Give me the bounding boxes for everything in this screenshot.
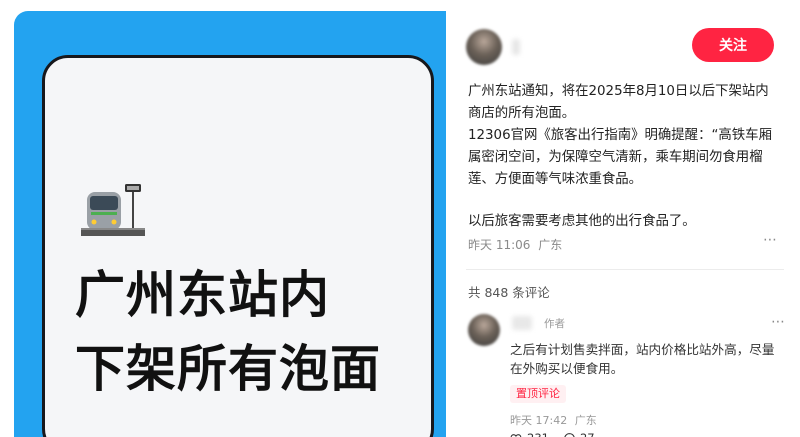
comment-time: 昨天 17:42	[510, 414, 568, 427]
comment-location: 广东	[574, 414, 597, 427]
comment-actions: 231 27	[510, 431, 595, 437]
headline-line-2: 下架所有泡面	[75, 340, 381, 398]
post-image[interactable]: 广州东站内 下架所有泡面	[14, 11, 446, 437]
post-content: 广州东站通知，将在2025年8月10日以后下架站内商店的所有泡面。 12306官…	[468, 81, 780, 233]
reply-button[interactable]: 27	[563, 431, 595, 437]
like-count: 231	[527, 431, 549, 437]
author-name-blurred[interactable]: ​​​​​​​​​​​​​​​​​​​​​​​​​​​​​​​​​​​​​​​​…	[512, 39, 520, 55]
comment-meta: 昨天 17:42 广东	[510, 412, 597, 428]
divider	[466, 269, 784, 270]
comment-icon	[564, 432, 575, 437]
comment-more-icon[interactable]: ⋯	[771, 314, 786, 330]
post-detail-panel: ​​​​​​​​​​​​​​​​​​​​​​​​​​​​​​​​​​​​​​​​…	[446, 11, 800, 437]
commenter-avatar[interactable]	[468, 314, 500, 346]
like-button[interactable]: 231	[510, 431, 549, 437]
post-paragraph-2: 12306官网《旅客出行指南》明确提醒：“高铁车厢属密闭空间，为保障空气清新，乘…	[468, 128, 772, 187]
image-card: 广州东站内 下架所有泡面	[42, 55, 434, 437]
commenter-name-blurred[interactable]: ​	[512, 316, 532, 330]
headline-line-1: 广州东站内	[75, 266, 330, 324]
post-time: 昨天 11:06	[468, 238, 531, 252]
more-options-icon[interactable]: ⋯	[763, 232, 778, 248]
post-meta: 昨天 11:06 广东 ⋯	[468, 232, 780, 253]
post-paragraph-3: 以后旅客需要考虑其他的出行食品了。	[468, 214, 696, 229]
comment-count: 共 848 条评论	[468, 285, 550, 300]
train-station-icon	[81, 184, 145, 236]
comment-text: 之后有计划售卖拌面，站内价格比站外高，尽量在外购买以便食用。	[510, 342, 775, 376]
post-paragraph-1: 广州东站通知，将在2025年8月10日以后下架站内商店的所有泡面。	[468, 84, 769, 121]
comment-item: ​ 作者 ⋯ 之后有计划售卖拌面，站内价格比站外高，尽量在外购买以便食用。 置顶…	[468, 314, 786, 437]
author-tag: 作者	[544, 318, 565, 330]
post-location: 广东	[538, 238, 563, 252]
reply-count: 27	[580, 431, 595, 437]
author-avatar[interactable]	[466, 29, 502, 65]
heart-icon	[510, 433, 522, 437]
pinned-comment-badge: 置顶评论	[510, 385, 566, 403]
follow-button[interactable]: 关注	[692, 28, 774, 62]
